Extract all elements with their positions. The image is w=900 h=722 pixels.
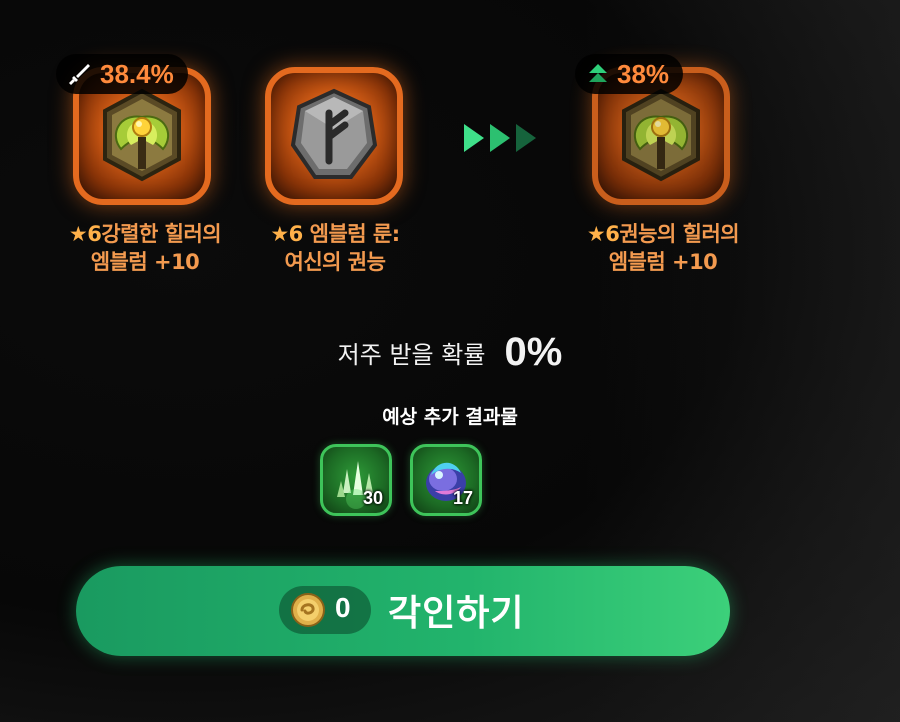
extra-result-count: 30 — [362, 488, 383, 508]
main-emblem-label: ★6강렬한 힐러의 엠블럼 +10 — [40, 220, 250, 276]
extra-result-item[interactable]: 30 — [320, 444, 392, 516]
curse-probability-value: 0% — [504, 330, 563, 374]
rune-card[interactable] — [265, 67, 403, 205]
engrave-button-label: 각인하기 — [388, 593, 525, 634]
rune-name-line1: 엠블럼 룬: — [309, 222, 401, 246]
main-enhance-rate-badge: 38.4% — [56, 54, 188, 94]
rune-grade: ★6 — [270, 222, 303, 246]
gold-coin-icon — [291, 593, 325, 627]
extra-result-count: 17 — [452, 488, 473, 508]
result-emblem-label: ★6권능의 힐러의 엠블럼 +10 — [558, 220, 768, 276]
curse-probability-label: 저주 받을 확률 — [337, 341, 486, 369]
curse-probability: 저주 받을 확률 0% — [0, 330, 900, 375]
extra-result-item[interactable]: 17 — [410, 444, 482, 516]
main-emblem-name-line1: 강렬한 힐러의 — [101, 222, 222, 246]
main-emblem-name-line2: 엠블럼 +10 — [90, 250, 200, 274]
rune-name-line2: 여신의 권능 — [284, 250, 386, 274]
sword-icon — [69, 64, 90, 85]
result-emblem-grade: ★6 — [586, 222, 620, 246]
rune-label: ★6 엠블럼 룬: 여신의 권능 — [232, 220, 438, 276]
main-emblem-grade: ★6 — [68, 222, 102, 246]
cost-pill: 0 — [279, 586, 371, 634]
engrave-button[interactable]: 0 각인하기 — [76, 566, 730, 656]
extra-results-title: 예상 추가 결과물 — [382, 406, 518, 428]
upgrade-arrow-icon — [589, 64, 607, 82]
engrave-cost-value: 0 — [335, 592, 351, 623]
result-enhance-rate-badge: 38% — [575, 54, 684, 94]
progress-arrows-icon — [464, 124, 536, 152]
main-enhance-rate-value: 38.4% — [100, 58, 174, 89]
result-enhance-rate-value: 38% — [617, 58, 670, 89]
rune-stone-icon — [290, 88, 378, 179]
result-emblem-name-line2: 엠블럼 +10 — [608, 250, 718, 274]
result-emblem-name-line1: 권능의 힐러의 — [619, 222, 740, 246]
